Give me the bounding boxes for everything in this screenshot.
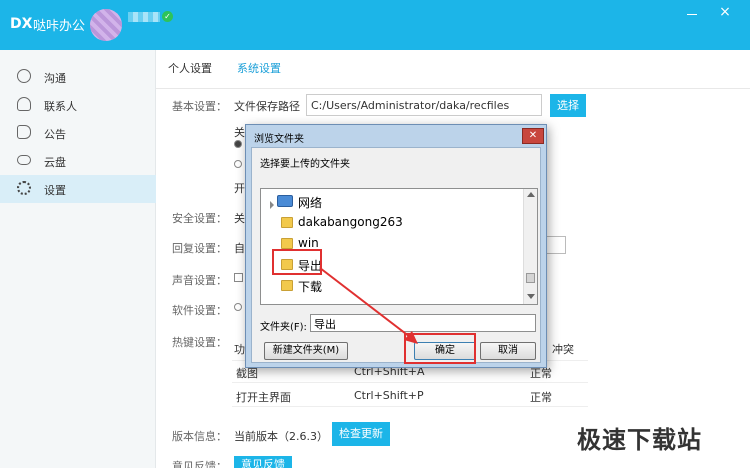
watermark: 极速下载站: [577, 426, 702, 454]
annotation-arrow: [319, 267, 418, 344]
